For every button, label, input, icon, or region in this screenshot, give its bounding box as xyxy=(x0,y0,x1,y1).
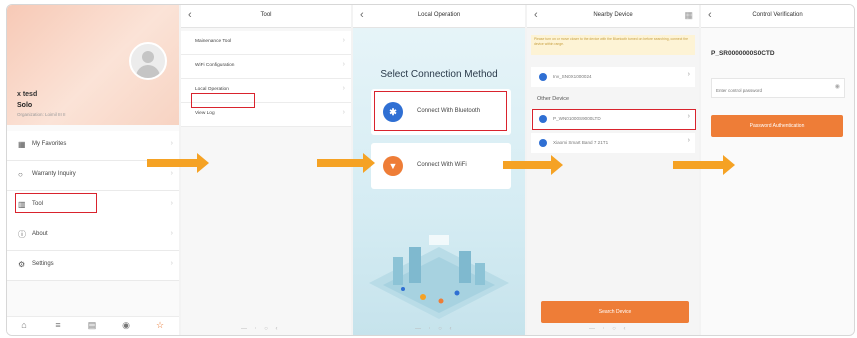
page-title: Local Operation xyxy=(417,12,461,18)
user-organization: Organization: Loimil III II xyxy=(17,112,66,117)
home-indicator-icon: — ⋅ ○ ‹ xyxy=(589,326,629,332)
user-icon[interactable]: ☆ xyxy=(153,320,167,331)
avatar-head-icon xyxy=(142,51,154,63)
bluetooth-device-icon xyxy=(539,73,547,81)
chevron-right-icon: › xyxy=(342,85,345,92)
other-device-label: Other Device xyxy=(537,96,570,102)
warranty-icon: ○ xyxy=(18,170,23,179)
tool-item-label: Mainenance Tool xyxy=(195,39,232,44)
menu-item-label: My Favorites xyxy=(32,141,67,147)
eye-icon[interactable]: ◉ xyxy=(835,83,840,90)
flow-arrow-icon xyxy=(147,153,209,173)
user-role: Solo xyxy=(17,102,33,109)
menu-item-label: About xyxy=(32,231,48,237)
tool-item-label: Local Operation xyxy=(195,87,229,92)
page-title: Nearby Device xyxy=(593,12,633,18)
control-password-field[interactable]: ◉ xyxy=(711,78,845,99)
device-highlight-box xyxy=(532,109,696,130)
connect-wifi-button[interactable]: ▼ Connect With WiFi xyxy=(371,143,511,189)
page-title: Control Verification xyxy=(752,12,803,18)
list-icon[interactable]: ≡ xyxy=(51,320,65,330)
tool-highlight-box xyxy=(15,193,97,213)
bluetooth-warning-banner: Please turn on or move closer to the dev… xyxy=(531,35,695,55)
scan-icon[interactable]: ▦ xyxy=(684,10,693,21)
flow-arrow-icon xyxy=(317,153,375,173)
device-id: P_SR0000000S0CTD xyxy=(711,50,775,57)
chevron-right-icon: › xyxy=(342,61,345,68)
tool-item-maintenance[interactable]: Mainenance Tool › xyxy=(181,31,351,55)
chevron-right-icon: › xyxy=(687,137,690,144)
chevron-right-icon: › xyxy=(170,260,173,267)
control-verification-nav-bar: ‹ Control Verification xyxy=(701,5,854,28)
tool-item-wifi-configuration[interactable]: WiFi Configuration › xyxy=(181,55,351,79)
device-row[interactable]: Inv_SN0X1000024 › xyxy=(531,67,695,87)
flow-arrow-icon xyxy=(673,155,735,175)
local-operation-nav-bar: ‹ Local Operation xyxy=(353,5,525,28)
device-icon[interactable]: ▤ xyxy=(85,320,99,331)
chevron-right-icon: › xyxy=(170,200,173,207)
chevron-right-icon: › xyxy=(170,230,173,237)
page-title: Tool xyxy=(260,12,272,18)
avatar-body-icon xyxy=(136,65,160,78)
bluetooth-device-icon xyxy=(539,139,547,147)
password-authentication-button[interactable]: Password Authentication xyxy=(711,115,843,137)
tool-nav-bar: ‹ Tool xyxy=(181,5,351,28)
search-device-button[interactable]: Search Device xyxy=(541,301,689,323)
flow-arrow-icon xyxy=(503,155,563,175)
user-name: x tesd xyxy=(17,91,38,98)
tool-item-label: WiFi Configuration xyxy=(195,63,235,68)
connection-method-heading: Select Connection Method xyxy=(380,69,498,80)
tool-item-label: View Log xyxy=(195,111,215,116)
device-name: Xiaomi Smart Band 7 21T1 xyxy=(553,140,609,145)
control-password-input[interactable] xyxy=(712,82,826,99)
connect-wifi-label: Connect With WiFi xyxy=(417,162,467,168)
home-indicator-icon: — ⋅ ○ ‹ xyxy=(415,326,455,332)
profile-header: x tesd Solo Organization: Loimil III II xyxy=(7,5,179,125)
screenshot-frame: x tesd Solo Organization: Loimil III II … xyxy=(6,4,855,336)
home-icon[interactable]: ⌂ xyxy=(17,320,31,330)
menu-item-about[interactable]: ⓘ About › xyxy=(7,221,179,251)
wifi-icon: ▼ xyxy=(383,156,403,176)
chevron-right-icon: › xyxy=(170,140,173,147)
device-row[interactable]: Xiaomi Smart Band 7 21T1 › xyxy=(531,133,695,153)
local-operation-screen: ‹ Local Operation Select Connection Meth… xyxy=(353,5,525,335)
chevron-right-icon: › xyxy=(342,37,345,44)
menu-item-label: Warranty Inquiry xyxy=(32,171,76,177)
book-icon: ▦ xyxy=(18,140,26,149)
local-operation-highlight-box xyxy=(191,93,255,108)
nearby-device-nav-bar: ‹ Nearby Device ▦ xyxy=(527,5,699,28)
bluetooth-highlight-box xyxy=(374,91,507,131)
bottom-tab-bar: ⌂ ≡ ▤ ◉ ☆ xyxy=(7,316,179,335)
menu-item-label: Settings xyxy=(32,261,54,267)
chevron-right-icon: › xyxy=(342,109,345,116)
settings-icon[interactable]: ◉ xyxy=(119,320,133,331)
home-indicator-icon: — ⋅ ○ ‹ xyxy=(241,326,281,332)
avatar[interactable] xyxy=(129,42,167,80)
info-icon: ⓘ xyxy=(18,230,26,239)
device-name: Inv_SN0X1000024 xyxy=(553,74,592,79)
chevron-right-icon: › xyxy=(687,71,690,78)
tool-list: Mainenance Tool › WiFi Configuration › L… xyxy=(181,31,351,127)
warning-text: Please turn on or move closer to the dev… xyxy=(534,37,688,46)
gear-icon: ⚙ xyxy=(18,260,26,269)
smart-city-illustration xyxy=(369,235,509,319)
menu-item-settings[interactable]: ⚙ Settings › xyxy=(7,251,179,281)
